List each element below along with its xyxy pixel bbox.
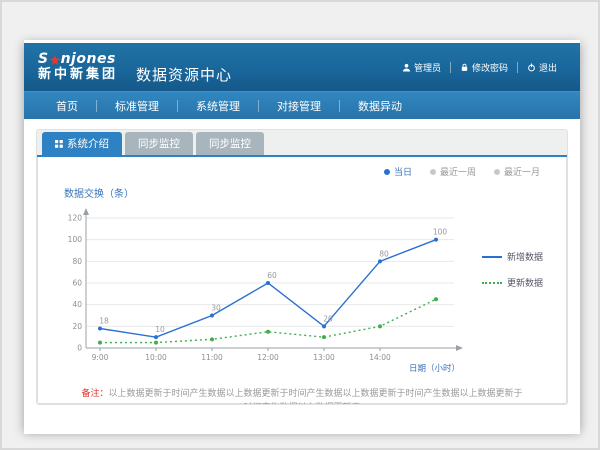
- svg-text:18: 18: [99, 317, 109, 326]
- svg-text:10:00: 10:00: [145, 353, 167, 362]
- content-area: 系统介绍 同步监控 同步监控 当日 最近: [24, 119, 580, 434]
- svg-text:80: 80: [72, 257, 82, 266]
- user-bar: 管理员 修改密码 退出: [393, 59, 566, 76]
- line-chart: 0 20 40 60 80 100 120 9:00 10:00 11:00 12:00 13:00 1…: [56, 202, 476, 374]
- nav-item-home[interactable]: 首页: [38, 92, 96, 119]
- admin-user-label: 管理员: [414, 61, 441, 74]
- svg-text:13:00: 13:00: [313, 353, 335, 362]
- legend-label: 新增数据: [507, 250, 543, 263]
- content-panel: 系统介绍 同步监控 同步监控 当日 最近: [36, 129, 568, 405]
- series-legend: 新增数据 更新数据: [482, 250, 543, 374]
- lock-icon: [460, 63, 469, 72]
- radio-dot-icon: [384, 169, 390, 175]
- grid-icon: [55, 140, 63, 148]
- main-nav: 首页 标准管理 系统管理 对接管理 数据异动: [24, 91, 580, 119]
- svg-text:30: 30: [211, 304, 221, 313]
- company-name: 新中新集团: [38, 68, 118, 83]
- svg-text:60: 60: [72, 279, 82, 288]
- legend-item-updated-data[interactable]: 更新数据: [482, 276, 543, 289]
- tab-label: 同步监控: [209, 136, 251, 151]
- change-password-label: 修改密码: [472, 61, 508, 74]
- logout-icon: [527, 63, 536, 72]
- y-axis-title: 数据交换（条）: [64, 185, 554, 200]
- footnote: 备注：以上数据更新于时间产生数据以上数据更新于时间产生数据以上数据更新于时间产生…: [50, 388, 554, 405]
- chart-card: 当日 最近一周 最近一月 数据交换（条） 0 20 40 60 80 100 120 9:00…: [37, 157, 567, 404]
- tab-sync-monitor-2[interactable]: 同步监控: [196, 132, 264, 155]
- admin-user-button[interactable]: 管理员: [393, 59, 450, 76]
- svg-text:0: 0: [77, 344, 82, 353]
- blue-line-sample-icon: [482, 256, 502, 258]
- tab-system-intro[interactable]: 系统介绍: [42, 132, 122, 155]
- svg-text:40: 40: [72, 300, 82, 309]
- filter-label: 当日: [394, 165, 412, 178]
- logo-text-pre: S: [38, 51, 49, 67]
- tab-label: 系统介绍: [67, 136, 109, 151]
- green-dotted-line-sample-icon: [482, 282, 502, 284]
- filter-last-week[interactable]: 最近一周: [430, 165, 476, 178]
- filter-label: 最近一周: [440, 165, 476, 178]
- svg-text:9:00: 9:00: [92, 353, 109, 362]
- chart-row: 0 20 40 60 80 100 120 9:00 10:00 11:00 12:00 13:00 1…: [50, 202, 554, 374]
- desktop-background: { "window": { "brand": { "logo_pre": "S"…: [0, 0, 600, 450]
- footnote-text: 以上数据更新于时间产生数据以上数据更新于时间产生数据以上数据更新于时间产生数据以…: [109, 389, 523, 405]
- page-title: 数据资源中心: [136, 64, 232, 85]
- app-header: S njones 新中新集团 数据资源中心 管理员: [24, 40, 580, 91]
- radio-dot-icon: [494, 169, 500, 175]
- svg-text:20: 20: [323, 314, 333, 323]
- user-icon: [402, 63, 411, 72]
- nav-item-data-change[interactable]: 数据异动: [340, 92, 420, 119]
- brand-logo: S njones 新中新集团: [38, 51, 118, 82]
- svg-text:12:00: 12:00: [257, 353, 279, 362]
- nav-item-system-mgmt[interactable]: 系统管理: [178, 92, 258, 119]
- legend-label: 更新数据: [507, 276, 543, 289]
- nav-item-standard-mgmt[interactable]: 标准管理: [97, 92, 177, 119]
- logo-text-post: njones: [61, 51, 116, 67]
- radio-dot-icon: [430, 169, 436, 175]
- svg-text:100: 100: [68, 235, 83, 244]
- svg-text:10: 10: [155, 325, 165, 334]
- svg-text:日期（小时）: 日期（小时）: [409, 363, 460, 374]
- svg-text:60: 60: [267, 271, 277, 280]
- legend-item-new-data[interactable]: 新增数据: [482, 250, 543, 263]
- nav-item-connect-mgmt[interactable]: 对接管理: [259, 92, 339, 119]
- svg-text:100: 100: [433, 228, 448, 237]
- change-password-button[interactable]: 修改密码: [451, 59, 517, 76]
- svg-text:80: 80: [379, 249, 389, 258]
- filter-last-month[interactable]: 最近一月: [494, 165, 540, 178]
- tab-sync-monitor-1[interactable]: 同步监控: [125, 132, 193, 155]
- svg-text:20: 20: [72, 322, 82, 331]
- filter-label: 最近一月: [504, 165, 540, 178]
- filter-today[interactable]: 当日: [384, 165, 412, 178]
- svg-text:11:00: 11:00: [201, 353, 223, 362]
- svg-text:120: 120: [68, 214, 83, 223]
- brand-wordmark: S njones: [38, 51, 118, 67]
- app-window: S njones 新中新集团 数据资源中心 管理员: [24, 40, 580, 430]
- logout-label: 退出: [539, 61, 557, 74]
- range-filter-group: 当日 最近一周 最近一月: [384, 165, 540, 178]
- tab-label: 同步监控: [138, 136, 180, 151]
- logo-star-icon: [50, 55, 60, 65]
- logout-button[interactable]: 退出: [518, 59, 566, 76]
- footnote-prefix: 备注：: [81, 389, 108, 399]
- svg-text:14:00: 14:00: [369, 353, 391, 362]
- tab-bar: 系统介绍 同步监控 同步监控: [37, 130, 567, 155]
